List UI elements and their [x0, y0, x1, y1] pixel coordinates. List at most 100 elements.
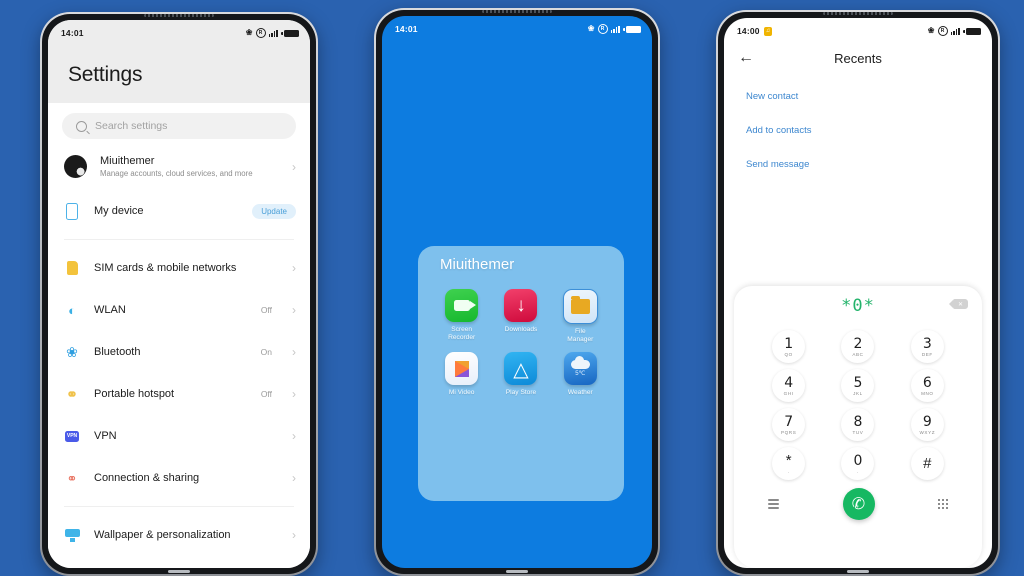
file-manager-icon	[562, 289, 598, 324]
dialpad-key-7[interactable]: 7 PQRS	[772, 408, 806, 441]
row-label: Connection & sharing	[94, 472, 200, 484]
dialpad-key-6[interactable]: 6 MNO	[910, 369, 944, 402]
dnd-icon: R	[255, 28, 266, 38]
vpn-icon-text: VPN	[65, 430, 79, 442]
app-label-line1: File	[575, 328, 586, 335]
speaker-grille	[482, 10, 552, 13]
search-input[interactable]: Search settings	[62, 113, 296, 139]
dialpad-key-1[interactable]: 1 QO	[772, 330, 806, 363]
call-button[interactable]: ✆	[842, 488, 875, 520]
battery-icon	[623, 25, 641, 33]
avatar	[64, 155, 87, 178]
weather-temp: 5℃	[575, 371, 586, 378]
app-play-store[interactable]: △ Play Store	[491, 352, 550, 397]
keypad-icon[interactable]	[938, 499, 948, 509]
key-letters: MNO	[921, 390, 934, 396]
divider	[64, 506, 294, 507]
sidebar-item-wallpaper[interactable]: Wallpaper & personalization ›	[48, 514, 310, 556]
connection-sharing-icon: ⚭	[66, 470, 78, 486]
app-downloads[interactable]: ↓ Downloads	[491, 289, 550, 344]
mi-video-icon	[445, 352, 479, 386]
key-digit: #	[923, 454, 932, 472]
dialer-screen: 14:00 ♫ ❀ R ← Recents New contact Add to…	[724, 18, 992, 568]
sidebar-item-my-device[interactable]: My device Update	[48, 190, 310, 232]
settings-screen: 14:01 ❀ R Settings Search settings Miuit…	[48, 20, 310, 568]
dialpad-key-9[interactable]: 9 WXYZ	[910, 408, 944, 441]
key-digit: 0	[853, 452, 863, 469]
back-arrow-icon[interactable]: ←	[738, 50, 768, 66]
search-icon	[76, 120, 87, 132]
account-row[interactable]: Miuithemer Manage accounts, cloud servic…	[48, 145, 310, 190]
status-right: ❀ R	[928, 26, 981, 36]
weather-icon: 5℃	[563, 352, 597, 386]
row-label: Wallpaper & personalization	[94, 529, 231, 541]
status-left: 14:01	[395, 24, 418, 34]
backspace-icon[interactable]: ✕	[949, 299, 968, 309]
dialpad-key-5[interactable]: 5 JKL	[841, 369, 875, 402]
link-send-message[interactable]: Send message	[724, 148, 992, 182]
status-time: 14:00	[737, 26, 760, 36]
signal-icon	[268, 29, 278, 37]
update-badge[interactable]: Update	[252, 203, 296, 219]
chevron-right-icon: ›	[292, 345, 296, 359]
dialer-action-row: ✆	[734, 480, 982, 520]
hotspot-icon: ⚭	[66, 386, 78, 402]
dialpad-key-2[interactable]: 2 ABC	[841, 330, 875, 363]
key-digit: 7	[784, 413, 794, 430]
row-label: WLAN	[94, 304, 126, 316]
dialpad-key-4[interactable]: 4 GHI	[772, 369, 806, 402]
battery-icon	[963, 27, 981, 35]
row-label: SIM cards & mobile networks	[94, 262, 237, 274]
app-label-line2: Recorder	[448, 334, 476, 342]
speaker-grille	[144, 14, 214, 17]
key-letters: QO	[784, 351, 793, 357]
dialpad-key-3[interactable]: 3 DEF	[910, 330, 944, 363]
status-right: ❀ R	[246, 28, 299, 38]
app-label: Screen Recorder	[448, 326, 475, 342]
app-label-line1: Screen	[451, 326, 473, 333]
app-folder[interactable]: Miuithemer Screen Recorder ↓ Downloads F…	[418, 246, 624, 501]
screenshot-stage: 14:01 ❀ R Settings Search settings Miuit…	[0, 0, 1024, 576]
row-label: VPN	[94, 430, 117, 442]
dialed-number[interactable]: *0*	[841, 296, 875, 316]
dialpad-key-8[interactable]: 8 TUV	[841, 408, 875, 441]
dnd-icon: R	[597, 24, 608, 34]
link-add-to-contacts[interactable]: Add to contacts	[724, 114, 992, 148]
status-right: ❀ R	[588, 24, 641, 34]
key-letters: DEF	[921, 351, 933, 357]
app-weather[interactable]: 5℃ Weather	[551, 352, 610, 397]
row-value: Off	[260, 389, 272, 399]
signal-icon	[610, 25, 620, 33]
home-wallpaper: 14:01 ❀ R Miuithemer Screen Recorder ↓ D…	[382, 16, 652, 568]
row-value: On	[260, 347, 272, 357]
app-mi-video[interactable]: Mi Video	[432, 352, 491, 397]
sidebar-item-portable-hotspot[interactable]: ⚭ Portable hotspot Off ›	[48, 373, 310, 415]
sidebar-item-vpn[interactable]: VPN VPN ›	[48, 415, 310, 457]
account-subtitle: Manage accounts, cloud services, and mor…	[100, 169, 253, 178]
key-letters: TUV	[852, 429, 864, 435]
account-text: Miuithemer Manage accounts, cloud servic…	[100, 155, 279, 178]
status-time: 14:01	[61, 28, 84, 38]
sidebar-item-connection-sharing[interactable]: ⚭ Connection & sharing ›	[48, 457, 310, 499]
dialpad-key-star[interactable]: *.	[772, 447, 806, 480]
status-bar: 14:00 ♫ ❀ R	[724, 18, 992, 41]
app-screen-recorder[interactable]: Screen Recorder	[432, 289, 491, 344]
vpn-icon: VPN	[64, 428, 80, 444]
sidebar-item-always-on-display[interactable]: Always-on display & Lock	[48, 556, 310, 568]
sidebar-item-sim-cards[interactable]: SIM cards & mobile networks ›	[48, 247, 310, 289]
link-new-contact[interactable]: New contact	[724, 80, 992, 114]
chevron-right-icon: ›	[292, 471, 296, 485]
wifi-icon: ◐	[68, 302, 76, 318]
keypad-panel: *0* ✕ 1 QO 2 ABC 3 DEF 4 GHI 5 JKL 6 MNO 7 PQRS…	[734, 286, 982, 568]
app-file-manager[interactable]: File Manager	[551, 289, 610, 344]
row-label: My device	[94, 205, 144, 217]
divider	[64, 239, 294, 240]
dialpad-key-hash[interactable]: #	[910, 447, 944, 480]
sidebar-item-bluetooth[interactable]: ❀ Bluetooth On ›	[48, 331, 310, 373]
app-label: Play Store	[505, 389, 537, 397]
sidebar-item-wlan[interactable]: ◐ WLAN Off ›	[48, 289, 310, 331]
settings-list: Search settings Miuithemer Manage accoun…	[48, 113, 310, 568]
menu-icon[interactable]	[768, 499, 779, 509]
dialpad-key-0[interactable]: 0.	[841, 447, 875, 480]
play-store-icon: △	[504, 352, 538, 386]
